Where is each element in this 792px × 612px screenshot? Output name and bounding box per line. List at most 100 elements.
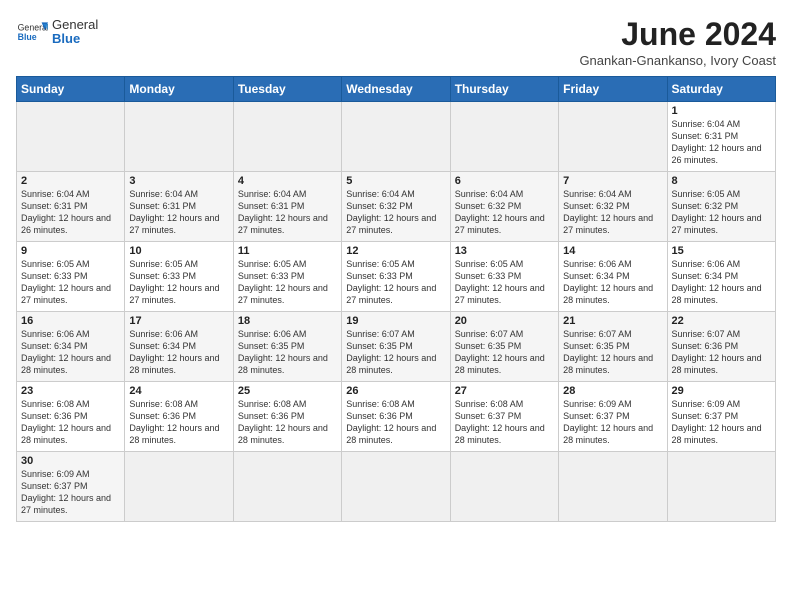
calendar-week-3: 9Sunrise: 6:05 AM Sunset: 6:33 PM Daylig… [17, 242, 776, 312]
day-number: 30 [21, 455, 120, 467]
calendar-day-13: 13Sunrise: 6:05 AM Sunset: 6:33 PM Dayli… [450, 242, 558, 312]
logo: General Blue General Blue [16, 16, 98, 48]
day-info: Sunrise: 6:09 AM Sunset: 6:37 PM Dayligh… [563, 398, 662, 447]
day-info: Sunrise: 6:04 AM Sunset: 6:32 PM Dayligh… [455, 188, 554, 237]
calendar-empty-cell [342, 452, 450, 522]
calendar-day-2: 2Sunrise: 6:04 AM Sunset: 6:31 PM Daylig… [17, 172, 125, 242]
month-title: June 2024 [579, 16, 776, 53]
calendar-empty-cell [125, 452, 233, 522]
day-number: 11 [238, 245, 337, 257]
calendar-empty-cell [125, 102, 233, 172]
calendar-day-9: 9Sunrise: 6:05 AM Sunset: 6:33 PM Daylig… [17, 242, 125, 312]
calendar-day-23: 23Sunrise: 6:08 AM Sunset: 6:36 PM Dayli… [17, 382, 125, 452]
day-number: 22 [672, 315, 771, 327]
day-number: 3 [129, 175, 228, 187]
svg-text:Blue: Blue [18, 32, 37, 42]
day-number: 4 [238, 175, 337, 187]
title-block: June 2024 Gnankan-Gnankanso, Ivory Coast [579, 16, 776, 68]
day-number: 6 [455, 175, 554, 187]
day-info: Sunrise: 6:05 AM Sunset: 6:33 PM Dayligh… [129, 258, 228, 307]
day-info: Sunrise: 6:06 AM Sunset: 6:35 PM Dayligh… [238, 328, 337, 377]
calendar-day-7: 7Sunrise: 6:04 AM Sunset: 6:32 PM Daylig… [559, 172, 667, 242]
day-number: 10 [129, 245, 228, 257]
calendar-day-28: 28Sunrise: 6:09 AM Sunset: 6:37 PM Dayli… [559, 382, 667, 452]
calendar-day-27: 27Sunrise: 6:08 AM Sunset: 6:37 PM Dayli… [450, 382, 558, 452]
day-number: 12 [346, 245, 445, 257]
calendar-empty-cell [667, 452, 775, 522]
logo-icon: General Blue [16, 16, 48, 48]
day-info: Sunrise: 6:05 AM Sunset: 6:33 PM Dayligh… [21, 258, 120, 307]
day-header-friday: Friday [559, 77, 667, 102]
day-info: Sunrise: 6:09 AM Sunset: 6:37 PM Dayligh… [21, 468, 120, 517]
day-info: Sunrise: 6:05 AM Sunset: 6:33 PM Dayligh… [346, 258, 445, 307]
day-number: 5 [346, 175, 445, 187]
day-number: 13 [455, 245, 554, 257]
day-info: Sunrise: 6:05 AM Sunset: 6:33 PM Dayligh… [238, 258, 337, 307]
day-number: 28 [563, 385, 662, 397]
calendar-day-5: 5Sunrise: 6:04 AM Sunset: 6:32 PM Daylig… [342, 172, 450, 242]
day-info: Sunrise: 6:07 AM Sunset: 6:36 PM Dayligh… [672, 328, 771, 377]
calendar-day-11: 11Sunrise: 6:05 AM Sunset: 6:33 PM Dayli… [233, 242, 341, 312]
calendar-empty-cell [559, 452, 667, 522]
day-number: 21 [563, 315, 662, 327]
day-info: Sunrise: 6:05 AM Sunset: 6:32 PM Dayligh… [672, 188, 771, 237]
day-number: 26 [346, 385, 445, 397]
day-info: Sunrise: 6:08 AM Sunset: 6:36 PM Dayligh… [238, 398, 337, 447]
calendar-empty-cell [233, 102, 341, 172]
logo-blue: Blue [52, 32, 98, 46]
calendar-empty-cell [233, 452, 341, 522]
day-header-sunday: Sunday [17, 77, 125, 102]
calendar-day-20: 20Sunrise: 6:07 AM Sunset: 6:35 PM Dayli… [450, 312, 558, 382]
calendar-day-29: 29Sunrise: 6:09 AM Sunset: 6:37 PM Dayli… [667, 382, 775, 452]
day-number: 18 [238, 315, 337, 327]
day-info: Sunrise: 6:08 AM Sunset: 6:36 PM Dayligh… [129, 398, 228, 447]
day-info: Sunrise: 6:06 AM Sunset: 6:34 PM Dayligh… [21, 328, 120, 377]
day-info: Sunrise: 6:06 AM Sunset: 6:34 PM Dayligh… [563, 258, 662, 307]
day-number: 7 [563, 175, 662, 187]
day-info: Sunrise: 6:04 AM Sunset: 6:31 PM Dayligh… [672, 118, 771, 167]
day-number: 20 [455, 315, 554, 327]
day-info: Sunrise: 6:05 AM Sunset: 6:33 PM Dayligh… [455, 258, 554, 307]
calendar-day-22: 22Sunrise: 6:07 AM Sunset: 6:36 PM Dayli… [667, 312, 775, 382]
calendar-day-1: 1Sunrise: 6:04 AM Sunset: 6:31 PM Daylig… [667, 102, 775, 172]
calendar-table: SundayMondayTuesdayWednesdayThursdayFrid… [16, 76, 776, 522]
day-number: 24 [129, 385, 228, 397]
day-info: Sunrise: 6:04 AM Sunset: 6:32 PM Dayligh… [563, 188, 662, 237]
calendar-empty-cell [17, 102, 125, 172]
calendar-day-21: 21Sunrise: 6:07 AM Sunset: 6:35 PM Dayli… [559, 312, 667, 382]
day-info: Sunrise: 6:04 AM Sunset: 6:31 PM Dayligh… [238, 188, 337, 237]
day-header-tuesday: Tuesday [233, 77, 341, 102]
calendar-week-6: 30Sunrise: 6:09 AM Sunset: 6:37 PM Dayli… [17, 452, 776, 522]
day-number: 14 [563, 245, 662, 257]
day-info: Sunrise: 6:07 AM Sunset: 6:35 PM Dayligh… [346, 328, 445, 377]
day-info: Sunrise: 6:06 AM Sunset: 6:34 PM Dayligh… [129, 328, 228, 377]
calendar-day-25: 25Sunrise: 6:08 AM Sunset: 6:36 PM Dayli… [233, 382, 341, 452]
logo-general: General [52, 18, 98, 32]
calendar-day-12: 12Sunrise: 6:05 AM Sunset: 6:33 PM Dayli… [342, 242, 450, 312]
calendar-day-6: 6Sunrise: 6:04 AM Sunset: 6:32 PM Daylig… [450, 172, 558, 242]
day-info: Sunrise: 6:08 AM Sunset: 6:36 PM Dayligh… [346, 398, 445, 447]
day-info: Sunrise: 6:07 AM Sunset: 6:35 PM Dayligh… [455, 328, 554, 377]
calendar-day-26: 26Sunrise: 6:08 AM Sunset: 6:36 PM Dayli… [342, 382, 450, 452]
calendar-day-30: 30Sunrise: 6:09 AM Sunset: 6:37 PM Dayli… [17, 452, 125, 522]
calendar-week-2: 2Sunrise: 6:04 AM Sunset: 6:31 PM Daylig… [17, 172, 776, 242]
calendar-day-3: 3Sunrise: 6:04 AM Sunset: 6:31 PM Daylig… [125, 172, 233, 242]
calendar-week-1: 1Sunrise: 6:04 AM Sunset: 6:31 PM Daylig… [17, 102, 776, 172]
day-number: 15 [672, 245, 771, 257]
page-header: General Blue General Blue June 2024 Gnan… [16, 16, 776, 68]
day-header-saturday: Saturday [667, 77, 775, 102]
calendar-week-5: 23 Sunrise: 6:08 AM Sunset: 6:36 PM Dayli… [17, 382, 776, 452]
calendar-empty-cell [342, 102, 450, 172]
day-info: Sunrise: 6:04 AM Sunset: 6:31 PM Dayligh… [21, 188, 120, 237]
calendar-day-16: 16Sunrise: 6:06 AM Sunset: 6:34 PM Dayli… [17, 312, 125, 382]
day-header-thursday: Thursday [450, 77, 558, 102]
day-header-monday: Monday [125, 77, 233, 102]
day-number: 23 [21, 385, 120, 397]
calendar-header-row: SundayMondayTuesdayWednesdayThursdayFrid… [17, 77, 776, 102]
calendar-empty-cell [450, 452, 558, 522]
calendar-day-14: 14Sunrise: 6:06 AM Sunset: 6:34 PM Dayli… [559, 242, 667, 312]
day-number: 16 [21, 315, 120, 327]
day-info: Sunrise: 6:04 AM Sunset: 6:32 PM Dayligh… [346, 188, 445, 237]
calendar-day-17: 17Sunrise: 6:06 AM Sunset: 6:34 PM Dayli… [125, 312, 233, 382]
day-info: Sunrise: 6:08 AM Sunset: 6:37 PM Dayligh… [455, 398, 554, 447]
